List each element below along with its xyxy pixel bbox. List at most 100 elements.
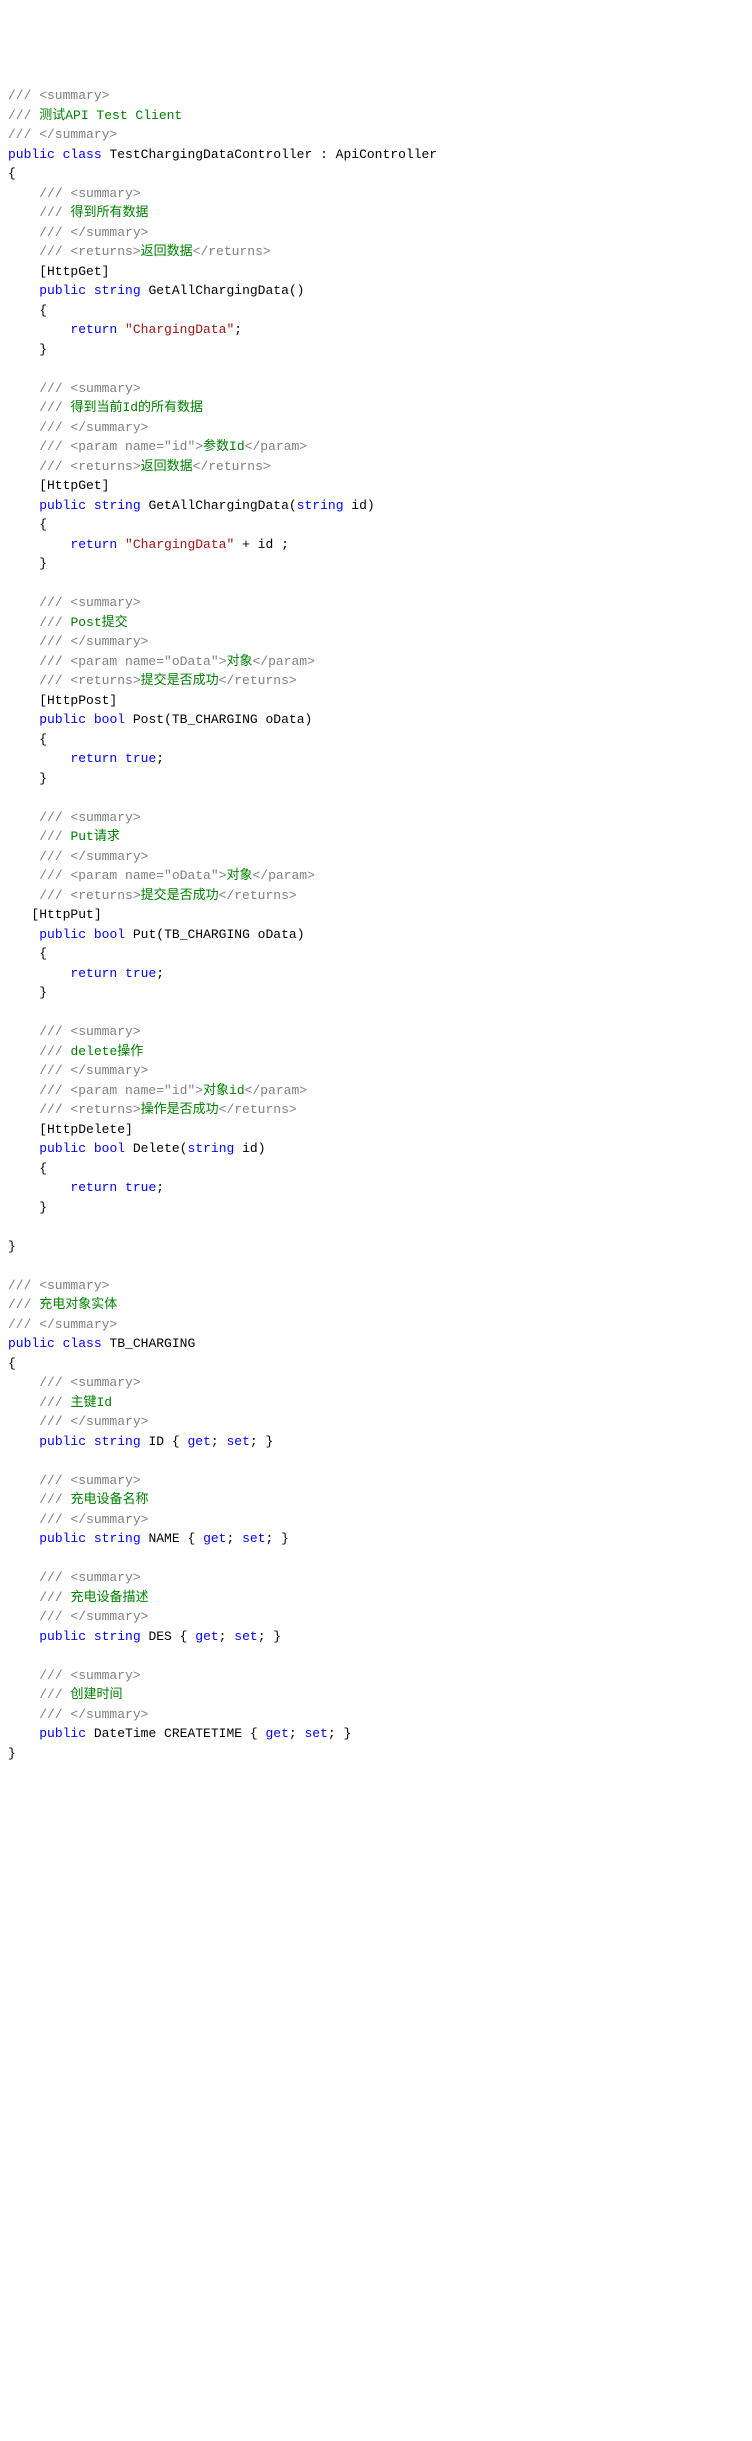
code-token: string	[94, 498, 141, 513]
code-token	[8, 595, 39, 610]
code-token: ;	[226, 1531, 242, 1546]
code-line: /// <summary>	[8, 808, 744, 828]
code-token	[8, 673, 39, 688]
code-token	[8, 810, 39, 825]
code-token: 充电设备描述	[70, 1590, 148, 1605]
code-line: /// </summary>	[8, 1315, 744, 1335]
code-token: ///	[39, 1044, 70, 1059]
code-line	[8, 1256, 744, 1276]
code-token	[86, 1141, 94, 1156]
code-token: /// <param name="id">	[39, 1083, 203, 1098]
code-line: {	[8, 944, 744, 964]
code-token	[8, 1492, 39, 1507]
code-token: ///	[8, 108, 39, 123]
code-line: /// 充电对象实体	[8, 1295, 744, 1315]
code-token: ;	[156, 751, 164, 766]
code-token: bool	[94, 1141, 125, 1156]
code-token	[8, 420, 39, 435]
code-token: Post(TB_CHARGING oData)	[125, 712, 312, 727]
code-token: string	[94, 1629, 141, 1644]
code-token: public	[39, 1531, 86, 1546]
code-line: /// <returns>提交是否成功</returns>	[8, 671, 744, 691]
code-line: return "ChargingData" + id ;	[8, 535, 744, 555]
code-line: {	[8, 1354, 744, 1374]
code-token	[117, 537, 125, 552]
code-token	[86, 712, 94, 727]
code-token: return	[70, 751, 117, 766]
code-line: /// 充电设备描述	[8, 1588, 744, 1608]
code-token	[8, 1141, 39, 1156]
code-line: [HttpDelete]	[8, 1120, 744, 1140]
code-line: /// <summary>	[8, 1022, 744, 1042]
code-line: /// 测试API Test Client	[8, 106, 744, 126]
code-line: /// <param name="oData">对象</param>	[8, 652, 744, 672]
code-line: {	[8, 164, 744, 184]
code-token: ///	[39, 1395, 70, 1410]
code-token: </returns>	[219, 673, 297, 688]
code-token: get	[195, 1629, 218, 1644]
code-token: /// <summary>	[39, 1570, 140, 1585]
code-line: /// </summary>	[8, 223, 744, 243]
code-line: /// </summary>	[8, 632, 744, 652]
code-token: /// </summary>	[39, 1707, 148, 1722]
code-token	[86, 927, 94, 942]
code-token: 操作是否成功	[141, 1102, 219, 1117]
code-token: Put请求	[70, 829, 119, 844]
code-token: id)	[234, 1141, 265, 1156]
code-token: delete操作	[70, 1044, 143, 1059]
code-line	[8, 1549, 744, 1569]
code-line: /// </summary>	[8, 1412, 744, 1432]
code-line: /// </summary>	[8, 847, 744, 867]
code-token: return	[70, 1180, 117, 1195]
code-token: string	[187, 1141, 234, 1156]
code-token: public	[39, 927, 86, 942]
code-token: string	[297, 498, 344, 513]
code-block: /// <summary>/// 测试API Test Client/// </…	[8, 86, 744, 1763]
code-line: /// </summary>	[8, 1705, 744, 1725]
code-token	[8, 868, 39, 883]
code-token	[8, 1687, 39, 1702]
code-token	[8, 634, 39, 649]
code-line: public bool Post(TB_CHARGING oData)	[8, 710, 744, 730]
code-token: true	[125, 751, 156, 766]
code-token: /// </summary>	[39, 1063, 148, 1078]
code-token: public	[39, 1434, 86, 1449]
code-line: /// <summary>	[8, 593, 744, 613]
code-token	[8, 1044, 39, 1059]
code-line: /// Post提交	[8, 613, 744, 633]
code-line	[8, 359, 744, 379]
code-token: public	[39, 1726, 86, 1741]
code-token	[8, 537, 70, 552]
code-token: true	[125, 966, 156, 981]
code-token: /// <summary>	[39, 381, 140, 396]
code-line: /// <summary>	[8, 86, 744, 106]
code-line: }	[8, 769, 744, 789]
code-line: /// <summary>	[8, 379, 744, 399]
code-line: public string NAME { get; set; }	[8, 1529, 744, 1549]
code-token: ; }	[328, 1726, 351, 1741]
code-token	[8, 1083, 39, 1098]
code-token: </returns>	[193, 244, 271, 259]
code-line: }	[8, 554, 744, 574]
code-token: set	[226, 1434, 249, 1449]
code-token: </param>	[252, 654, 314, 669]
code-token: class	[63, 147, 102, 162]
code-token: 测试API Test Client	[39, 108, 182, 123]
code-token: ///	[39, 615, 70, 630]
code-token: /// </summary>	[39, 1512, 148, 1527]
code-token: /// </summary>	[39, 225, 148, 240]
code-token	[8, 1180, 70, 1195]
code-token: /// <returns>	[39, 244, 140, 259]
code-token: 提交是否成功	[141, 673, 219, 688]
code-token: TestChargingDataController : ApiControll…	[102, 147, 437, 162]
code-line: }	[8, 1237, 744, 1257]
code-token	[8, 849, 39, 864]
code-token	[117, 322, 125, 337]
code-token: return	[70, 322, 117, 337]
code-token: /// <param name="id">	[39, 439, 203, 454]
code-token: ///	[39, 1687, 70, 1702]
code-token	[8, 1629, 39, 1644]
code-token: string	[94, 1434, 141, 1449]
code-token: /// <summary>	[39, 810, 140, 825]
code-token: /// </summary>	[39, 420, 148, 435]
